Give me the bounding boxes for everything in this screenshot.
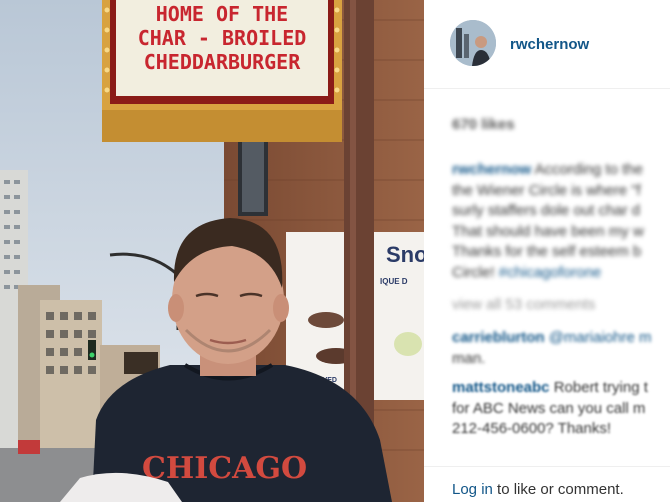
sign-line-1: HOME OF THE bbox=[156, 2, 288, 26]
post-caption: rwchernow According to the the Wiener Ci… bbox=[452, 160, 670, 283]
comment-item: carrieblurton @mariaiohre m man. bbox=[452, 328, 670, 369]
comment-text: man. bbox=[452, 349, 486, 367]
banner-subtext: IQUE D bbox=[380, 277, 408, 286]
sign-line-3: CHEDDARBURGER bbox=[144, 50, 301, 74]
comment-username[interactable]: carrieblurton bbox=[452, 329, 545, 346]
avatar-image bbox=[450, 20, 496, 66]
caption-line-3: surly staffers dole out char d bbox=[452, 202, 641, 219]
post-username[interactable]: rwchernow bbox=[510, 36, 589, 53]
caption-username[interactable]: rwchernow bbox=[452, 161, 531, 178]
caption-line-6: Circle! bbox=[452, 263, 499, 281]
post-footer: Log in to like or comment. bbox=[424, 466, 670, 502]
comment-text: for ABC News can you call m bbox=[452, 399, 646, 417]
sign-line-2: CHAR - BROILED bbox=[138, 26, 307, 50]
comment-text: 212-456-0600? Thanks! bbox=[452, 420, 612, 437]
caption-line-4: That should have been my w bbox=[452, 222, 644, 240]
post-header: rwchernow bbox=[424, 0, 670, 89]
comment-mention[interactable]: @mariaiohre m bbox=[549, 329, 652, 346]
login-suffix: to like or comment. bbox=[492, 481, 624, 498]
login-link[interactable]: Log in bbox=[452, 481, 493, 498]
caption-hashtag[interactable]: #chicagoforone bbox=[499, 264, 602, 281]
caption-line-2: the Wiener Circle is where "f bbox=[452, 181, 641, 199]
comment-item: mattstoneabc Robert trying t for ABC New… bbox=[452, 378, 670, 440]
login-prompt: Log in to like or comment. bbox=[452, 481, 624, 498]
photo-scene: Sno IQUE D AVED HOME OF THE CHAR - BROIL… bbox=[0, 0, 424, 502]
view-all-comments-link[interactable]: view all 53 comments bbox=[452, 296, 595, 313]
caption-line-5: Thanks for the self esteem b bbox=[452, 243, 642, 260]
post-photo[interactable]: Sno IQUE D AVED HOME OF THE CHAR - BROIL… bbox=[0, 0, 424, 502]
caption-line-1: According to the bbox=[534, 161, 643, 178]
likes-count[interactable]: 670 likes bbox=[452, 116, 515, 133]
user-avatar[interactable] bbox=[450, 20, 496, 66]
comment-text: Robert trying t bbox=[553, 379, 648, 396]
shirt-print: CHICAGO bbox=[142, 451, 307, 486]
comment-username[interactable]: mattstoneabc bbox=[452, 379, 550, 396]
post-sidebar: rwchernow 670 likes rwchernow According … bbox=[424, 0, 670, 502]
banner-logo-text: Sno bbox=[386, 242, 424, 267]
